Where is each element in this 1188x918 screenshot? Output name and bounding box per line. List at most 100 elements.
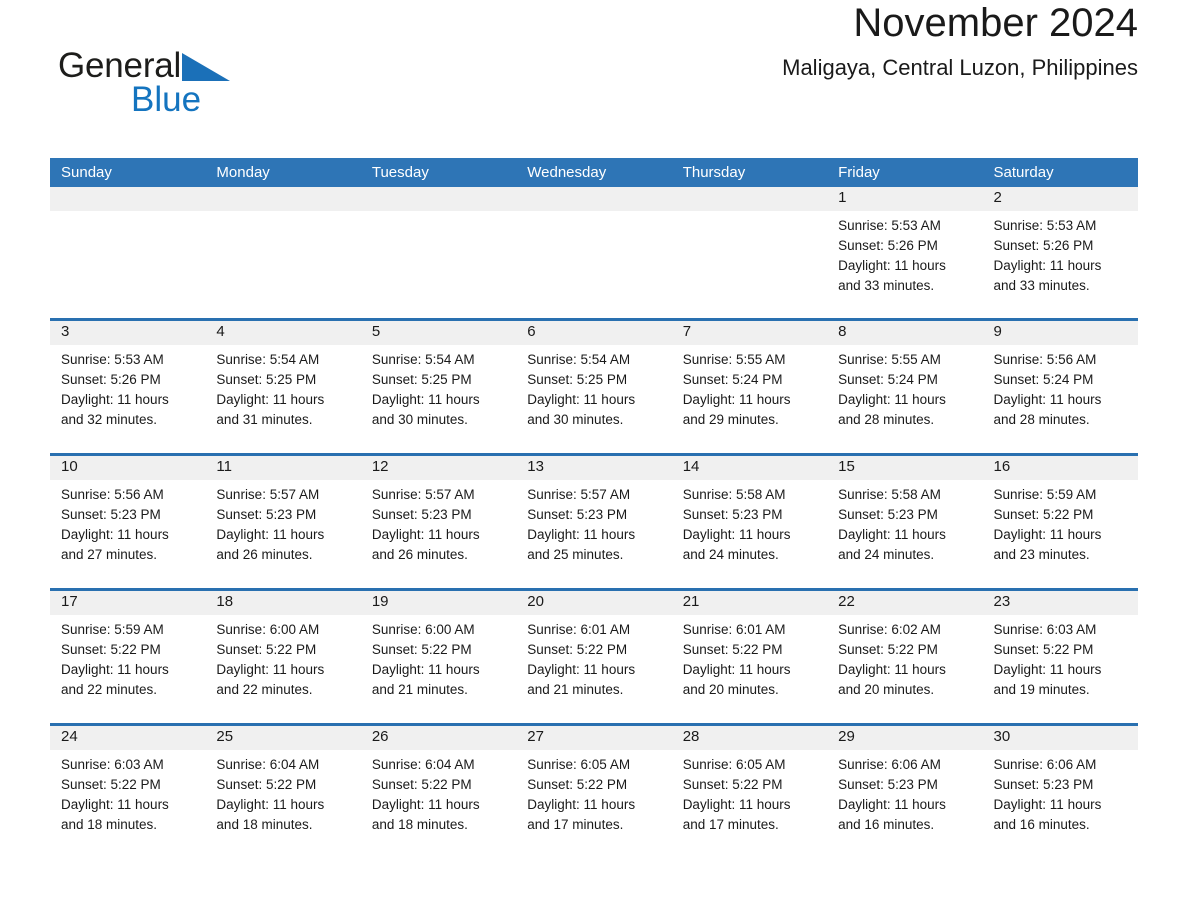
weekday-header-tuesday: Tuesday	[371, 164, 429, 181]
calendar-day-cell[interactable]: 3 Sunrise: 5:53 AM Sunset: 5:26 PM Daylig…	[50, 321, 205, 453]
sun-times-info: Sunrise: 6:03 AM Sunset: 5:22 PM Dayligh…	[993, 622, 1102, 697]
day-number: 26	[371, 728, 389, 745]
calendar-day-cell[interactable]: 20 Sunrise: 6:01 AM Sunset: 5:22 PM Dayli…	[516, 591, 671, 723]
calendar-day-cell[interactable]: 14 Sunrise: 5:58 AM Sunset: 5:23 PM Dayli…	[672, 456, 827, 588]
calendar-day-cell[interactable]: 27 Sunrise: 6:05 AM Sunset: 5:22 PM Dayli…	[516, 726, 671, 858]
calendar-week-row: 1 Sunrise: 5:53 AM Sunset: 5:26 PM Daylig…	[50, 187, 1138, 318]
calendar-day-cell[interactable]: 17 Sunrise: 5:59 AM Sunset: 5:22 PM Dayli…	[50, 591, 205, 723]
brand-text-general: General	[58, 46, 182, 85]
brand-name-primary: General	[58, 46, 231, 87]
calendar-day-cell[interactable]: 30 Sunrise: 6:06 AM Sunset: 5:23 PM Dayli…	[983, 726, 1138, 858]
day-number	[61, 187, 194, 211]
sun-times-info: Sunrise: 6:04 AM Sunset: 5:22 PM Dayligh…	[216, 757, 325, 832]
calendar-day-cell[interactable]: 7 Sunrise: 5:55 AM Sunset: 5:24 PM Daylig…	[672, 321, 827, 453]
sun-times-info: Sunrise: 5:58 AM Sunset: 5:23 PM Dayligh…	[838, 487, 946, 562]
calendar-cell-empty	[205, 187, 360, 318]
day-number	[372, 187, 505, 211]
brand-logo[interactable]: General Blue	[58, 46, 231, 120]
calendar-page: General Blue November 2024 Maligaya, Cen…	[0, 0, 1188, 918]
sun-times-info	[372, 211, 505, 216]
calendar-day-cell[interactable]: 4 Sunrise: 5:54 AM Sunset: 5:25 PM Daylig…	[205, 321, 360, 453]
sun-times-info: Sunrise: 5:57 AM Sunset: 5:23 PM Dayligh…	[371, 487, 480, 562]
sun-times-info: Sunrise: 5:54 AM Sunset: 5:25 PM Dayligh…	[371, 352, 480, 427]
calendar-cell-empty	[672, 187, 827, 318]
sun-times-info: Sunrise: 6:01 AM Sunset: 5:22 PM Dayligh…	[682, 622, 791, 697]
page-title: November 2024	[853, 1, 1138, 45]
sun-times-info: Sunrise: 5:59 AM Sunset: 5:22 PM Dayligh…	[993, 487, 1102, 562]
day-number: 15	[838, 458, 855, 475]
weekday-header-thursday: Thursday	[682, 164, 746, 181]
blue-triangle-icon	[182, 52, 231, 87]
calendar-day-cell[interactable]: 13 Sunrise: 5:57 AM Sunset: 5:23 PM Dayli…	[516, 456, 671, 588]
day-number: 9	[993, 323, 1002, 340]
sun-times-info: Sunrise: 6:00 AM Sunset: 5:22 PM Dayligh…	[371, 622, 480, 697]
week-days: 1 Sunrise: 5:53 AM Sunset: 5:26 PM Daylig…	[50, 187, 1138, 318]
sun-times-info: Sunrise: 5:57 AM Sunset: 5:23 PM Dayligh…	[527, 487, 636, 562]
sun-times-info: Sunrise: 6:05 AM Sunset: 5:22 PM Dayligh…	[527, 757, 636, 832]
calendar-cell-empty	[50, 187, 205, 318]
page-header: General Blue November 2024 Maligaya, Cen…	[50, 0, 1138, 117]
day-number: 21	[682, 593, 700, 610]
weekday-header-saturday: Saturday	[993, 164, 1054, 181]
calendar-day-cell[interactable]: 5 Sunrise: 5:54 AM Sunset: 5:25 PM Daylig…	[361, 321, 516, 453]
calendar-day-cell[interactable]: 26 Sunrise: 6:04 AM Sunset: 5:22 PM Dayli…	[361, 726, 516, 858]
calendar-day-cell[interactable]: 16 Sunrise: 5:59 AM Sunset: 5:22 PM Dayli…	[983, 456, 1138, 588]
title-block: November 2024 Maligaya, Central Luzon, P…	[782, 0, 1138, 80]
day-number: 30	[993, 728, 1011, 745]
calendar-day-cell[interactable]: 8 Sunrise: 5:55 AM Sunset: 5:24 PM Daylig…	[827, 321, 982, 453]
calendar-cell-empty	[361, 187, 516, 318]
sun-times-info: Sunrise: 6:05 AM Sunset: 5:22 PM Dayligh…	[682, 757, 791, 832]
day-number: 22	[838, 593, 855, 610]
sun-times-info: Sunrise: 6:04 AM Sunset: 5:22 PM Dayligh…	[371, 757, 480, 832]
day-number	[216, 187, 349, 211]
calendar-day-cell[interactable]: 2 Sunrise: 5:53 AM Sunset: 5:26 PM Daylig…	[983, 187, 1138, 318]
calendar-day-cell[interactable]: 23 Sunrise: 6:03 AM Sunset: 5:22 PM Dayli…	[983, 591, 1138, 723]
day-number: 29	[838, 728, 855, 745]
sun-times-info: Sunrise: 5:53 AM Sunset: 5:26 PM Dayligh…	[993, 218, 1102, 293]
day-number: 19	[371, 593, 389, 610]
sun-times-info: Sunrise: 6:03 AM Sunset: 5:22 PM Dayligh…	[61, 757, 169, 832]
calendar-day-cell[interactable]: 19 Sunrise: 6:00 AM Sunset: 5:22 PM Dayli…	[361, 591, 516, 723]
day-number: 1	[838, 189, 847, 206]
weekday-header-sunday: Sunday	[61, 164, 112, 181]
day-number: 20	[527, 593, 544, 610]
calendar-day-cell[interactable]: 12 Sunrise: 5:57 AM Sunset: 5:23 PM Dayli…	[361, 456, 516, 588]
day-number: 17	[61, 593, 78, 610]
day-number: 16	[993, 458, 1011, 475]
sun-times-info	[683, 211, 816, 216]
calendar-week-row: 24 Sunrise: 6:03 AM Sunset: 5:22 PM Dayli…	[50, 723, 1138, 858]
day-number: 10	[61, 458, 78, 475]
sun-times-info: Sunrise: 6:01 AM Sunset: 5:22 PM Dayligh…	[527, 622, 636, 697]
day-number: 23	[993, 593, 1011, 610]
calendar-day-cell[interactable]: 15 Sunrise: 5:58 AM Sunset: 5:23 PM Dayli…	[827, 456, 982, 588]
calendar-day-cell[interactable]: 24 Sunrise: 6:03 AM Sunset: 5:22 PM Dayli…	[50, 726, 205, 858]
calendar-week-row: 17 Sunrise: 5:59 AM Sunset: 5:22 PM Dayli…	[50, 588, 1138, 723]
sun-times-info: Sunrise: 5:57 AM Sunset: 5:23 PM Dayligh…	[216, 487, 325, 562]
calendar-day-cell[interactable]: 9 Sunrise: 5:56 AM Sunset: 5:24 PM Daylig…	[983, 321, 1138, 453]
sun-times-info: Sunrise: 6:06 AM Sunset: 5:23 PM Dayligh…	[838, 757, 946, 832]
week-days: 3 Sunrise: 5:53 AM Sunset: 5:26 PM Daylig…	[50, 321, 1138, 453]
calendar-day-cell[interactable]: 18 Sunrise: 6:00 AM Sunset: 5:22 PM Dayli…	[205, 591, 360, 723]
calendar-day-cell[interactable]: 11 Sunrise: 5:57 AM Sunset: 5:23 PM Dayli…	[205, 456, 360, 588]
sun-times-info: Sunrise: 5:53 AM Sunset: 5:26 PM Dayligh…	[61, 352, 169, 427]
calendar-day-cell[interactable]: 1 Sunrise: 5:53 AM Sunset: 5:26 PM Daylig…	[827, 187, 982, 318]
day-number: 5	[371, 323, 381, 340]
day-number: 6	[527, 323, 536, 340]
day-number: 25	[216, 728, 234, 745]
sun-times-info: Sunrise: 5:59 AM Sunset: 5:22 PM Dayligh…	[61, 622, 169, 697]
calendar-day-cell[interactable]: 22 Sunrise: 6:02 AM Sunset: 5:22 PM Dayli…	[827, 591, 982, 723]
calendar-day-cell[interactable]: 29 Sunrise: 6:06 AM Sunset: 5:23 PM Dayli…	[827, 726, 982, 858]
calendar-day-cell[interactable]: 28 Sunrise: 6:05 AM Sunset: 5:22 PM Dayli…	[672, 726, 827, 858]
weekday-header-wednesday: Wednesday	[527, 164, 607, 181]
day-number: 14	[682, 458, 700, 475]
day-number: 27	[527, 728, 544, 745]
calendar-day-cell[interactable]: 21 Sunrise: 6:01 AM Sunset: 5:22 PM Dayli…	[672, 591, 827, 723]
day-number: 2	[993, 189, 1002, 206]
day-number	[683, 187, 816, 211]
sun-times-info: Sunrise: 5:56 AM Sunset: 5:24 PM Dayligh…	[993, 352, 1102, 427]
calendar-day-cell[interactable]: 10 Sunrise: 5:56 AM Sunset: 5:23 PM Dayli…	[50, 456, 205, 588]
calendar-day-cell[interactable]: 25 Sunrise: 6:04 AM Sunset: 5:22 PM Dayli…	[205, 726, 360, 858]
sun-times-info: Sunrise: 6:00 AM Sunset: 5:22 PM Dayligh…	[216, 622, 325, 697]
calendar-day-cell[interactable]: 6 Sunrise: 5:54 AM Sunset: 5:25 PM Daylig…	[516, 321, 671, 453]
calendar-week-row: 3 Sunrise: 5:53 AM Sunset: 5:26 PM Daylig…	[50, 318, 1138, 453]
